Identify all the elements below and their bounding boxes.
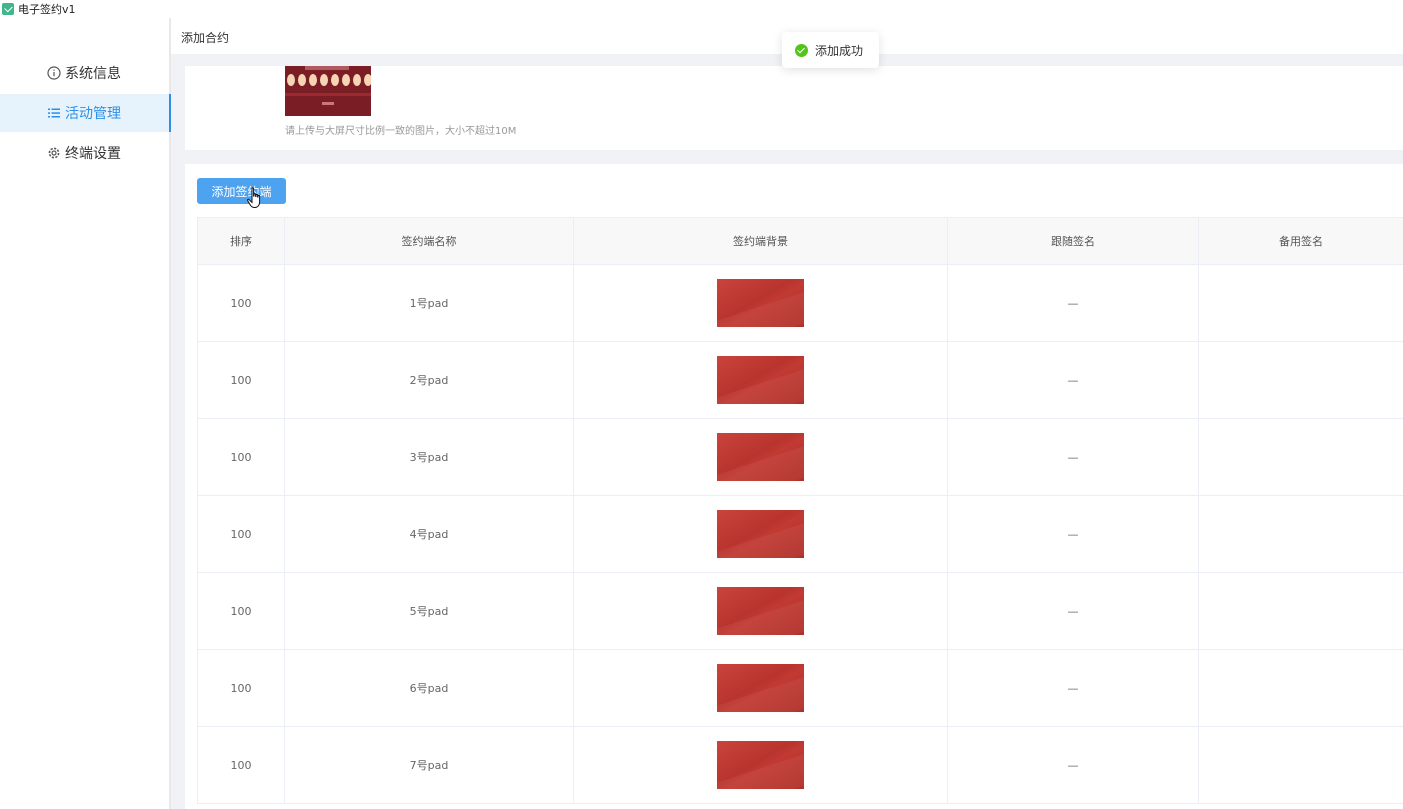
add-terminal-button[interactable]: 添加签约端 — [197, 178, 286, 204]
check-circle-icon — [795, 43, 808, 57]
terminal-table-card: 添加签约端 排序 签约端名称 签约端背景 跟随签名 备用签名 100 1号pad — [185, 164, 1403, 809]
cell-order: 100 — [197, 264, 285, 342]
background-thumbnail[interactable] — [717, 279, 804, 327]
sidebar-item-label: 活动管理 — [65, 106, 121, 122]
column-header-background[interactable]: 签约端背景 — [573, 217, 948, 265]
breadcrumb: 添加合约 — [181, 31, 230, 45]
table-row: 100 4号pad — — [197, 495, 1403, 573]
table-row: 100 5号pad — — [197, 572, 1403, 650]
table-row: 100 7号pad — — [197, 726, 1403, 804]
cell-name: 5号pad — [284, 572, 574, 650]
cell-backup-signature — [1198, 264, 1403, 342]
window-title: 电子签约v1 — [18, 3, 76, 16]
upload-card: 请上传与大屏尺寸比例一致的图片，大小不超过10M — [185, 66, 1403, 150]
cell-follow-signature: — — [947, 726, 1199, 804]
cell-order: 100 — [197, 418, 285, 496]
cell-follow-signature: — — [947, 418, 1199, 496]
cell-name: 4号pad — [284, 495, 574, 573]
sidebar-item-label: 系统信息 — [65, 66, 121, 82]
uploaded-image-preview[interactable] — [285, 66, 371, 116]
success-toast: 添加成功 — [782, 32, 879, 68]
column-header-follow-signature[interactable]: 跟随签名 — [947, 217, 1199, 265]
upload-hint: 请上传与大屏尺寸比例一致的图片，大小不超过10M — [285, 126, 517, 137]
cell-backup-signature — [1198, 649, 1403, 727]
sidebar-item-activity-management[interactable]: 活动管理 — [0, 94, 171, 132]
cell-backup-signature — [1198, 341, 1403, 419]
cell-follow-signature: — — [947, 264, 1199, 342]
list-icon — [46, 106, 61, 121]
cell-follow-signature: — — [947, 649, 1199, 727]
table-row: 100 2号pad — — [197, 341, 1403, 419]
background-thumbnail[interactable] — [717, 587, 804, 635]
table-header-row: 排序 签约端名称 签约端背景 跟随签名 备用签名 — [197, 217, 1403, 265]
cell-name: 3号pad — [284, 418, 574, 496]
sidebar-item-terminal-settings[interactable]: 终端设置 — [0, 134, 169, 172]
table-row: 100 1号pad — — [197, 264, 1403, 342]
cell-order: 100 — [197, 726, 285, 804]
cell-backup-signature — [1198, 495, 1403, 573]
cell-order: 100 — [197, 649, 285, 727]
app-icon — [2, 3, 14, 15]
column-header-order[interactable]: 排序 — [197, 217, 285, 265]
sidebar-item-system-info[interactable]: 系统信息 — [0, 54, 169, 92]
cell-order: 100 — [197, 572, 285, 650]
table-row: 100 3号pad — — [197, 418, 1403, 496]
background-thumbnail[interactable] — [717, 510, 804, 558]
title-bar: 电子签约v1 — [0, 0, 1403, 18]
sidebar: 系统信息 活动管理 终端设置 — [0, 18, 171, 809]
sidebar-item-label: 终端设置 — [65, 146, 121, 162]
background-thumbnail[interactable] — [717, 741, 804, 789]
cell-name: 7号pad — [284, 726, 574, 804]
column-header-name[interactable]: 签约端名称 — [284, 217, 574, 265]
background-thumbnail[interactable] — [717, 356, 804, 404]
cell-backup-signature — [1198, 418, 1403, 496]
cell-order: 100 — [197, 341, 285, 419]
cell-backup-signature — [1198, 726, 1403, 804]
main-content: 添加合约 请上传与大屏尺寸比例一致的图片，大小不超过10M 添加签约端 排序 签… — [171, 18, 1403, 809]
cell-order: 100 — [197, 495, 285, 573]
info-icon — [46, 66, 61, 81]
gear-icon — [46, 146, 61, 161]
cell-follow-signature: — — [947, 495, 1199, 573]
cell-name: 1号pad — [284, 264, 574, 342]
cell-name: 6号pad — [284, 649, 574, 727]
column-header-backup-signature[interactable]: 备用签名 — [1198, 217, 1403, 265]
cell-backup-signature — [1198, 572, 1403, 650]
cell-follow-signature: — — [947, 572, 1199, 650]
hand-cursor-icon — [247, 187, 261, 208]
cell-name: 2号pad — [284, 341, 574, 419]
table-row: 100 6号pad — — [197, 649, 1403, 727]
toast-message: 添加成功 — [815, 43, 864, 58]
background-thumbnail[interactable] — [717, 433, 804, 481]
cell-follow-signature: — — [947, 341, 1199, 419]
background-thumbnail[interactable] — [717, 664, 804, 712]
terminal-table: 排序 签约端名称 签约端背景 跟随签名 备用签名 100 1号pad — 100 — [197, 217, 1403, 804]
